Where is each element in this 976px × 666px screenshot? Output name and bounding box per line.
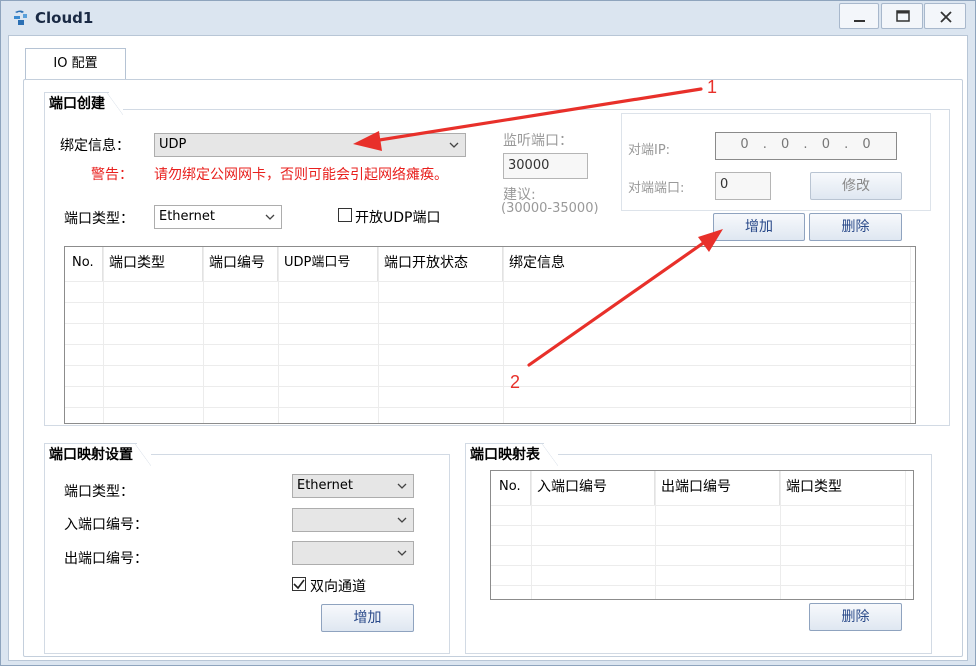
peer-ip-label: 对端IP: xyxy=(628,143,671,158)
peer-ip-value: 0 . 0 . 0 . 0 xyxy=(740,137,872,152)
peer-port-label: 对端端口: xyxy=(628,181,685,196)
app-window: Cloud1 IO 配置 端口创建 绑定信息： UDP 警告： 请勿绑定公网网卡… xyxy=(0,0,976,666)
bidirectional-label: 双向通道 xyxy=(310,579,366,595)
cloud-app-icon xyxy=(14,10,27,25)
out-port-label: 出端口编号： xyxy=(64,551,148,567)
bind-info-select[interactable]: UDP xyxy=(154,133,466,157)
map-col-in-port[interactable]: 入端口编号 xyxy=(531,471,655,505)
map-port-type-label: 端口类型： xyxy=(64,484,134,500)
warning-text: 请勿绑定公网网卡，否则可能会引起网络瘫痪。 xyxy=(154,167,448,183)
chevron-down-icon xyxy=(397,517,407,523)
port-type-value: Ethernet xyxy=(159,209,215,224)
chevron-down-icon xyxy=(397,483,407,489)
port-map-table-header: No. 入端口编号 出端口编号 端口类型 xyxy=(491,471,913,505)
tab-io-config[interactable]: IO 配置 xyxy=(25,48,126,80)
port-table[interactable]: No. 端口类型 端口编号 UDP端口号 端口开放状态 绑定信息 xyxy=(64,246,916,424)
warning-label: 警告： xyxy=(91,167,133,183)
maximize-icon xyxy=(896,10,910,22)
port-map-table-title: 端口映射表 xyxy=(465,443,558,466)
maximize-button[interactable] xyxy=(881,3,923,29)
chevron-down-icon xyxy=(449,142,459,148)
minimize-icon xyxy=(854,20,865,22)
close-button[interactable] xyxy=(924,3,966,29)
chevron-down-icon xyxy=(265,214,275,220)
delete-mapping-button[interactable]: 删除 xyxy=(809,603,902,631)
col-port-number[interactable]: 端口编号 xyxy=(203,247,278,281)
client-area: IO 配置 端口创建 绑定信息： UDP 警告： 请勿绑定公网网卡，否则可能会引… xyxy=(8,35,968,661)
map-col-port-type[interactable]: 端口类型 xyxy=(780,471,905,505)
add-mapping-button[interactable]: 增加 xyxy=(321,604,414,632)
col-no[interactable]: No. xyxy=(65,247,103,281)
in-port-select[interactable] xyxy=(292,508,414,532)
port-type-label: 端口类型： xyxy=(64,211,134,227)
col-open-status[interactable]: 端口开放状态 xyxy=(378,247,503,281)
map-port-type-select[interactable]: Ethernet xyxy=(292,474,414,498)
checkmark-icon xyxy=(293,579,305,590)
open-udp-label: 开放UDP端口 xyxy=(355,210,441,226)
window-title: Cloud1 xyxy=(35,9,94,27)
out-port-select[interactable] xyxy=(292,541,414,565)
bind-info-label: 绑定信息： xyxy=(60,138,130,154)
col-port-type[interactable]: 端口类型 xyxy=(103,247,203,281)
port-table-header: No. 端口类型 端口编号 UDP端口号 端口开放状态 绑定信息 xyxy=(65,247,915,281)
title-bar[interactable]: Cloud1 xyxy=(1,1,975,35)
map-port-type-value: Ethernet xyxy=(297,478,353,493)
map-col-out-port[interactable]: 出端口编号 xyxy=(655,471,780,505)
listen-port-label: 监听端口： xyxy=(503,133,573,149)
listen-port-input[interactable]: 30000 xyxy=(503,153,588,179)
col-udp-port[interactable]: UDP端口号 xyxy=(278,247,378,281)
port-map-table[interactable]: No. 入端口编号 出端口编号 端口类型 xyxy=(490,470,914,600)
io-config-panel: 端口创建 绑定信息： UDP 警告： 请勿绑定公网网卡，否则可能会引起网络瘫痪。… xyxy=(23,79,963,657)
bidirectional-checkbox[interactable] xyxy=(292,577,306,591)
listen-port-value: 30000 xyxy=(508,158,550,173)
close-icon xyxy=(940,11,952,23)
minimize-button[interactable] xyxy=(839,3,879,29)
peer-port-input[interactable]: 0 xyxy=(715,172,771,200)
open-udp-checkbox[interactable] xyxy=(338,208,352,222)
port-create-title: 端口创建 xyxy=(44,92,123,115)
add-port-button[interactable]: 增加 xyxy=(713,213,805,241)
port-type-select[interactable]: Ethernet xyxy=(154,205,282,229)
col-bind-info[interactable]: 绑定信息 xyxy=(503,247,911,281)
peer-port-value: 0 xyxy=(720,177,729,192)
suggest-range: (30000-35000) xyxy=(501,201,599,216)
delete-port-button[interactable]: 删除 xyxy=(809,213,902,241)
chevron-down-icon xyxy=(397,550,407,556)
port-map-settings-title: 端口映射设置 xyxy=(44,443,151,466)
map-col-no[interactable]: No. xyxy=(491,471,531,505)
modify-button[interactable]: 修改 xyxy=(810,172,902,200)
bind-info-value: UDP xyxy=(159,137,187,152)
in-port-label: 入端口编号： xyxy=(64,517,148,533)
peer-ip-input[interactable]: 0 . 0 . 0 . 0 xyxy=(715,132,897,160)
